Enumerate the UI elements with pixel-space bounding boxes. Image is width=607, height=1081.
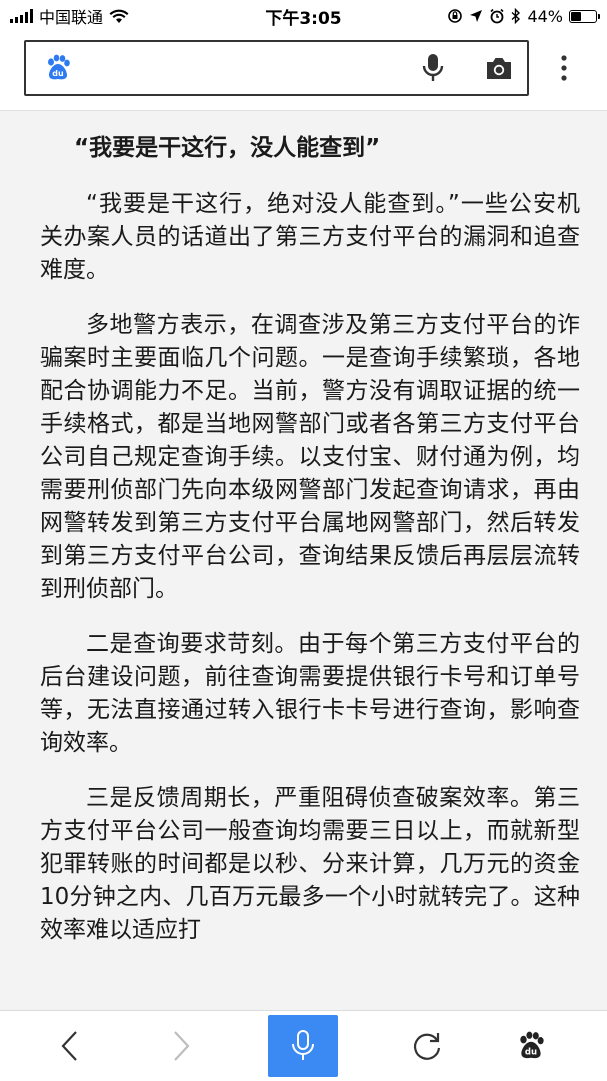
microphone-icon[interactable] <box>418 52 448 84</box>
more-vertical-icon[interactable] <box>554 54 574 84</box>
signal-strength-icon <box>10 9 33 23</box>
refresh-button[interactable] <box>402 1021 452 1071</box>
wifi-icon <box>109 9 129 23</box>
article-paragraph-1: “我要是干这行，绝对没人能查到。”一些公安机关办案人员的话道出了第三方支付平台的… <box>40 191 580 283</box>
article-content: “我要是干这行，没人能查到” “我要是干这行，绝对没人能查到。”一些公安机关办案… <box>40 110 580 1010</box>
carrier-name: 中国联通 <box>39 8 104 27</box>
article-paragraph-4: 三是反馈周期长，严重阻碍侦查破案效率。第三方支付平台公司一般查询均需要三日以上，… <box>40 785 580 943</box>
forward-button[interactable] <box>156 1021 206 1071</box>
baidu-paw-icon: du <box>48 54 70 80</box>
camera-icon[interactable] <box>484 54 514 82</box>
forward-icon <box>174 1031 190 1061</box>
bottom-toolbar: du <box>0 1010 607 1081</box>
battery-fill <box>571 11 581 21</box>
refresh-icon <box>413 1033 441 1060</box>
article-paragraph-2: 多地警方表示，在调查涉及第三方支付平台的诈骗案时主要面临几个问题。一是查询手续繁… <box>40 312 580 602</box>
article-paragraph-3: 二是查询要求苛刻。由于每个第三方支付平台的后台建设问题，前往查询需要提供银行卡号… <box>40 631 580 756</box>
clock: 下午3:05 <box>265 8 342 29</box>
status-right: 44% <box>447 6 600 26</box>
search-input[interactable]: du <box>24 40 529 96</box>
alarm-icon <box>490 8 505 24</box>
browser-header: du <box>0 32 607 111</box>
bluetooth-icon <box>511 8 521 24</box>
voice-search-button[interactable] <box>268 1015 338 1077</box>
battery-icon <box>569 9 600 23</box>
svg-text:du: du <box>52 69 64 78</box>
status-bar: 中国联通 下午3:05 44% <box>0 0 607 32</box>
location-arrow-icon <box>470 10 483 22</box>
orientation-lock-icon <box>448 9 463 23</box>
status-left: 中国联通 <box>10 4 129 28</box>
battery-percentage: 44% <box>527 6 563 26</box>
back-icon <box>61 1031 77 1061</box>
back-button[interactable] <box>45 1021 95 1071</box>
voice-search-icon <box>292 1030 314 1060</box>
baidu-home-icon: du <box>520 1031 544 1059</box>
baidu-home-button[interactable]: du <box>506 1021 556 1071</box>
article-headline: “我要是干这行，没人能查到” <box>74 135 381 161</box>
svg-text:du: du <box>525 1048 537 1058</box>
